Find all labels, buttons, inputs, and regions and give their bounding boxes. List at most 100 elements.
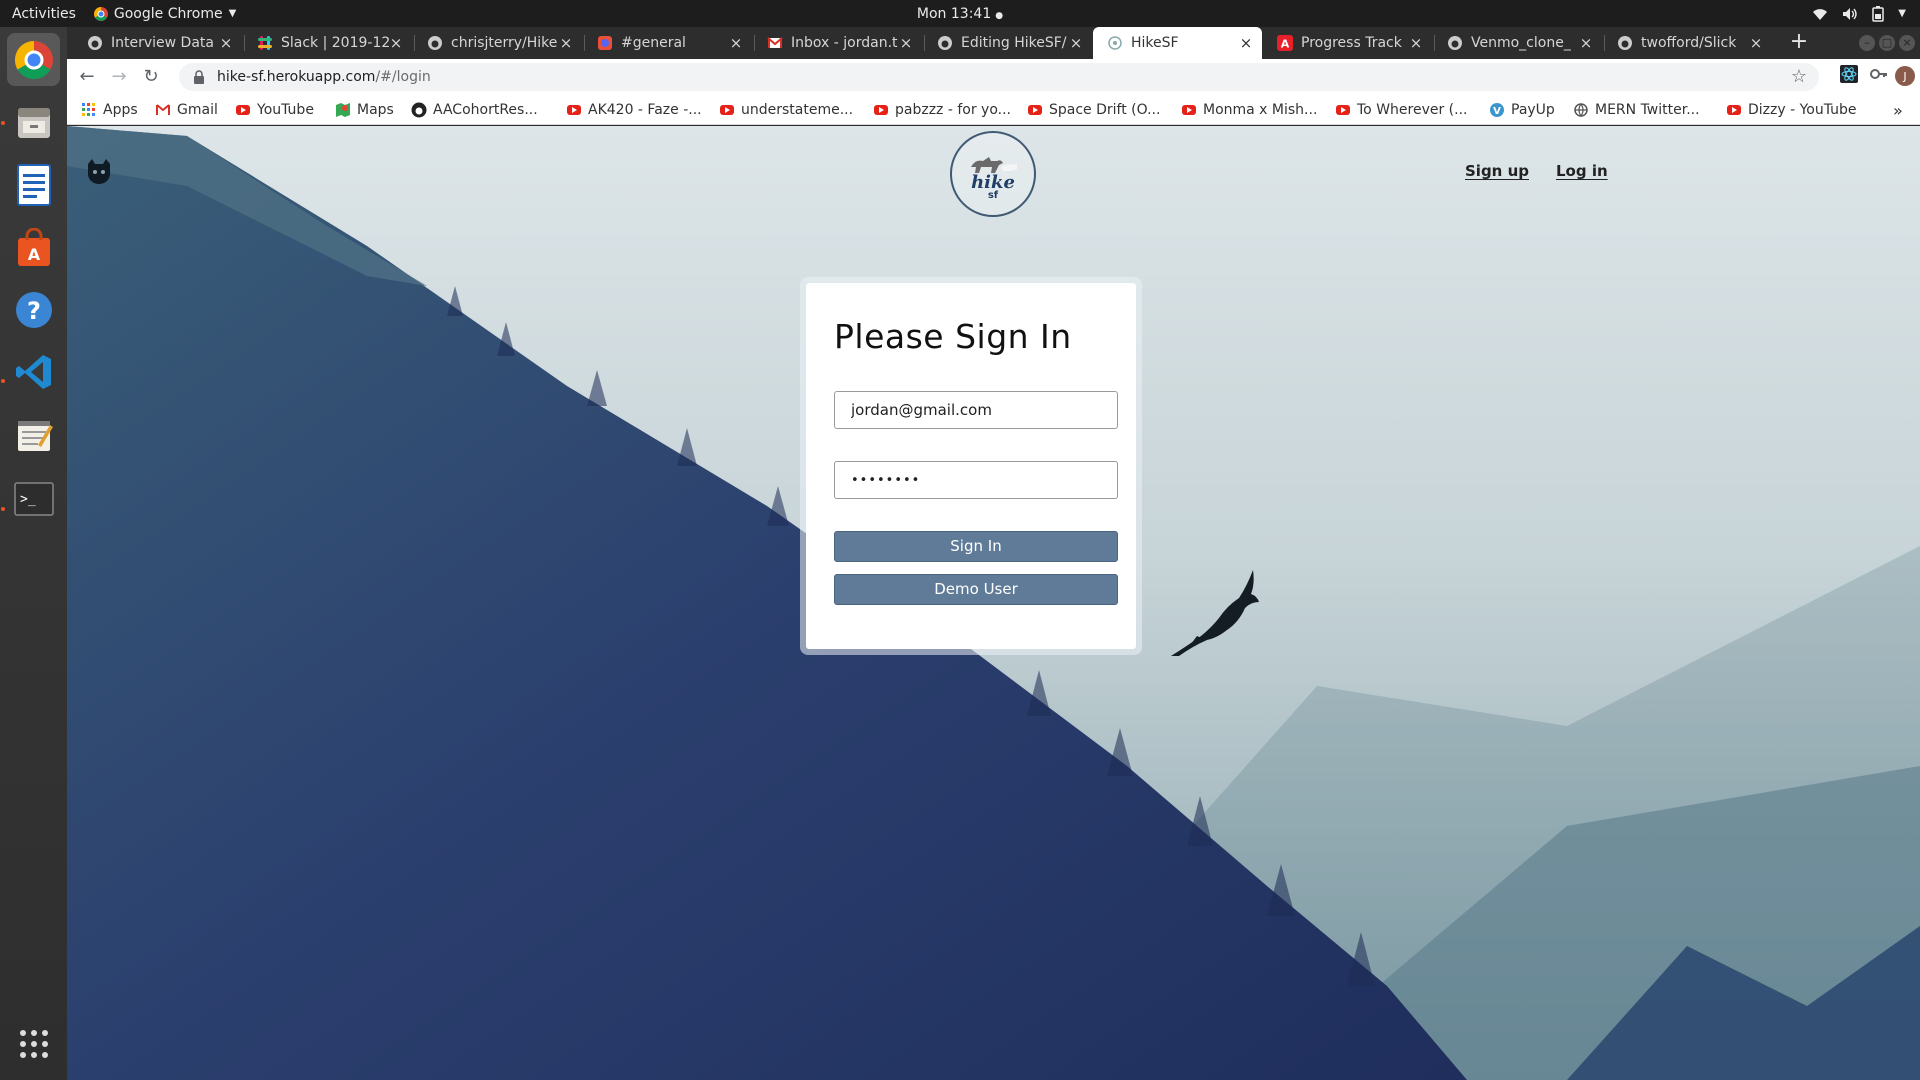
close-icon[interactable]: × — [1068, 35, 1084, 51]
help-icon: ? — [15, 291, 52, 328]
dock-help[interactable]: ? — [7, 283, 60, 336]
dock-writer[interactable] — [7, 158, 60, 211]
back-button[interactable]: ← — [75, 65, 99, 89]
dock-show-apps[interactable] — [7, 1017, 60, 1070]
tab-title: chrisjterry/Hike — [451, 35, 558, 51]
github-icon — [1448, 36, 1462, 50]
system-tray[interactable]: ▼ — [1812, 0, 1906, 27]
bookmark-label: Apps — [103, 102, 138, 118]
sign-in-button[interactable]: Sign In — [834, 531, 1118, 562]
bookmark-space-drift[interactable]: Space Drift (O... — [1027, 95, 1160, 125]
minimize-button[interactable]: – — [1859, 35, 1875, 51]
vscode-icon — [15, 354, 51, 389]
bookmark-gmail[interactable]: Gmail — [155, 95, 218, 125]
bookmark-label: Gmail — [177, 102, 218, 118]
maximize-button[interactable]: □ — [1879, 35, 1895, 51]
svg-text:J: J — [1902, 70, 1906, 83]
chrome-icon — [14, 40, 53, 79]
youtube-icon — [719, 102, 735, 118]
tab[interactable]: A Progress Track × — [1263, 27, 1432, 59]
running-indicator — [1, 121, 5, 125]
apps-grid-icon — [19, 1029, 48, 1058]
site-logo[interactable]: hike sf — [950, 131, 1036, 217]
tab-title: Editing HikeSF/ — [961, 35, 1067, 51]
close-icon[interactable]: × — [1578, 35, 1594, 51]
close-icon[interactable]: × — [218, 35, 234, 51]
bookmark-star-icon[interactable]: ☆ — [1791, 67, 1807, 87]
url-path: /#/login — [375, 69, 431, 85]
forward-button[interactable]: → — [107, 65, 131, 89]
dock-software[interactable]: A — [7, 221, 60, 274]
tab-active[interactable]: HikeSF × — [1093, 27, 1262, 59]
bookmark-maps[interactable]: Maps — [335, 95, 394, 125]
tab[interactable]: Venmo_clone_ × — [1433, 27, 1602, 59]
log-in-link[interactable]: Log in — [1556, 162, 1608, 180]
document-icon — [16, 163, 51, 206]
bookmark-dizzy[interactable]: Dizzy - YouTube — [1726, 95, 1857, 125]
profile-button[interactable]: J — [1893, 65, 1917, 89]
discord-icon — [598, 36, 612, 50]
close-icon[interactable]: × — [1748, 35, 1764, 51]
bookmarks-overflow-button[interactable]: » — [1893, 95, 1903, 125]
sign-up-link[interactable]: Sign up — [1465, 162, 1529, 180]
email-field[interactable] — [834, 391, 1118, 429]
lock-icon — [194, 70, 204, 84]
bookmark-label: To Wherever (... — [1357, 102, 1468, 118]
tab[interactable]: #general × — [583, 27, 752, 59]
close-icon[interactable]: × — [898, 35, 914, 51]
bookmark-pabzzz[interactable]: pabzzz - for yo... — [873, 95, 1011, 125]
close-icon[interactable]: × — [558, 35, 574, 51]
app-academy-icon: A — [1277, 35, 1293, 51]
close-icon[interactable]: × — [1408, 35, 1424, 51]
bookmark-ak420[interactable]: AK420 - Faze -... — [566, 95, 702, 125]
clock[interactable]: Mon 13:41 — [917, 6, 991, 22]
close-window-button[interactable]: × — [1899, 35, 1915, 51]
dock-chrome[interactable] — [7, 33, 60, 86]
dock-vscode[interactable] — [7, 345, 60, 398]
venmo-icon: V — [1489, 102, 1505, 118]
passwords-button[interactable] — [1867, 65, 1891, 89]
app-menu[interactable]: Google Chrome ▼ — [93, 6, 236, 22]
close-icon[interactable]: × — [1238, 35, 1254, 51]
tab[interactable]: Inbox - jordan.t × — [753, 27, 922, 59]
bookmark-label: AK420 - Faze -... — [588, 102, 702, 118]
bookmark-payup[interactable]: V PayUp — [1489, 95, 1555, 125]
bookmark-mern-twitter[interactable]: MERN Twitter... — [1573, 95, 1700, 125]
login-heading: Please Sign In — [834, 317, 1072, 356]
new-tab-button[interactable]: + — [1787, 31, 1811, 55]
github-icon — [1618, 36, 1632, 50]
close-icon[interactable]: × — [728, 35, 744, 51]
dock-text-editor[interactable] — [7, 408, 60, 461]
tab[interactable]: Interview Data × — [73, 27, 242, 59]
bookmark-apps[interactable]: Apps — [81, 95, 138, 125]
password-field[interactable] — [834, 461, 1118, 499]
svg-text:V: V — [1493, 106, 1501, 117]
ubuntu-dock: A ? >_ — [0, 27, 67, 1080]
bookmark-monma[interactable]: Monma x Mish... — [1181, 95, 1317, 125]
logo-sub: sf — [987, 190, 999, 201]
notepad-icon — [17, 420, 53, 451]
tab[interactable]: chrisjterry/Hike × — [413, 27, 582, 59]
demo-user-button[interactable]: Demo User — [834, 574, 1118, 605]
dock-terminal[interactable]: >_ — [7, 472, 60, 525]
tab[interactable]: twofford/Slick × — [1603, 27, 1772, 59]
tab-title: twofford/Slick — [1641, 35, 1737, 51]
bookmark-to-wherever[interactable]: To Wherever (... — [1335, 95, 1468, 125]
tab-title: Inbox - jordan.t — [791, 35, 898, 51]
github-icon[interactable] — [85, 158, 113, 184]
tab[interactable]: Editing HikeSF/ × — [923, 27, 1092, 59]
address-bar[interactable]: hike-sf.herokuapp.com/#/login ☆ — [179, 63, 1819, 91]
globe-icon — [1573, 102, 1589, 118]
youtube-icon — [1027, 102, 1043, 118]
dock-files[interactable] — [7, 95, 60, 148]
bookmark-label: understateme... — [741, 102, 854, 118]
gmail-icon — [155, 102, 171, 118]
bookmark-understatement[interactable]: understateme... — [719, 95, 853, 125]
bookmark-aacohort[interactable]: AACohortRes... — [411, 95, 538, 125]
activities-button[interactable]: Activities — [0, 6, 88, 22]
extension-button[interactable] — [1837, 65, 1861, 89]
reload-button[interactable]: ↻ — [139, 65, 163, 89]
close-icon[interactable]: × — [388, 35, 404, 51]
tab[interactable]: Slack | 2019-12- × — [243, 27, 412, 59]
bookmark-youtube[interactable]: YouTube — [235, 95, 314, 125]
